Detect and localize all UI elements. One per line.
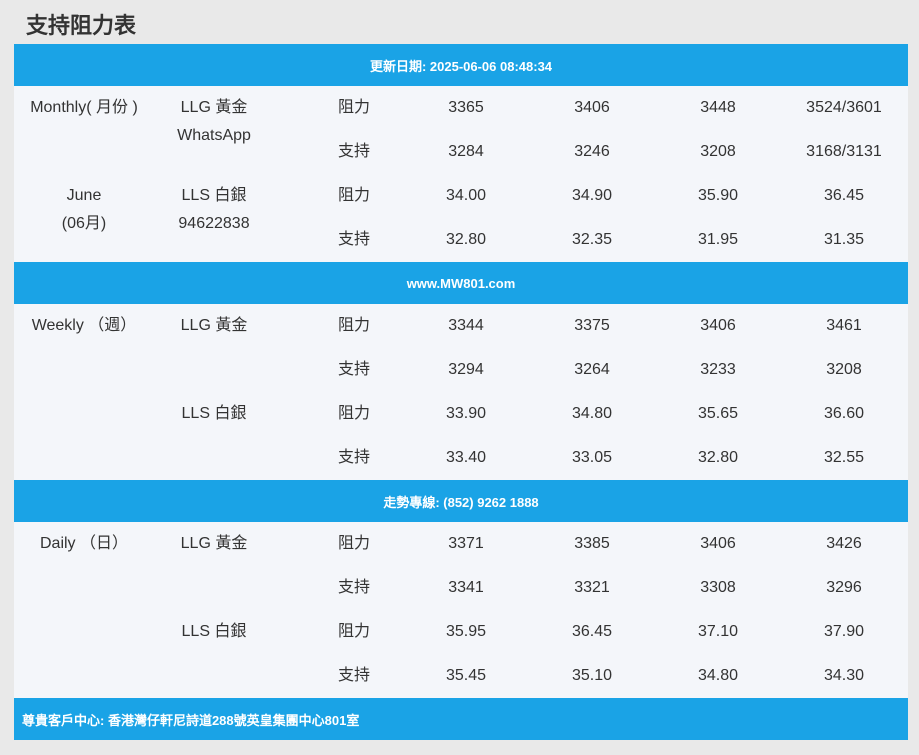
monthly-section: Monthly( 月份 ) LLG 黃金 WhatsApp June (06月)…: [14, 86, 908, 262]
level-cell: 3344: [448, 317, 484, 334]
level-cell: 32.80: [445, 231, 487, 248]
level-cell: 3448: [700, 99, 736, 116]
table-row: 支持 3284 3246 3208 3168/3131: [14, 130, 908, 174]
type-label: 支持: [338, 361, 371, 378]
level-cell: 36.45: [571, 623, 613, 640]
table-row: 阻力 3344 3375 3406 3461: [14, 304, 908, 348]
table-row: 阻力 33.90 34.80 35.65 36.60: [14, 392, 908, 436]
level-cell: 3406: [700, 317, 736, 334]
table-row: 支持 35.45 35.10 34.80 34.30: [14, 654, 908, 698]
support-resistance-table: 更新日期: 2025-06-06 08:48:34 Monthly( 月份 ) …: [14, 44, 908, 740]
level-cell: 3406: [700, 535, 736, 552]
level-cell: 34.80: [571, 405, 613, 422]
level-cell: 3264: [574, 361, 610, 378]
level-cell: 3168/3131: [806, 143, 882, 160]
level-cell: 37.10: [697, 623, 739, 640]
table-row: 阻力 35.95 36.45 37.10 37.90: [14, 610, 908, 654]
level-cell: 34.00: [445, 187, 487, 204]
page-title: 支持阻力表: [26, 14, 137, 39]
level-cell: 31.35: [823, 231, 865, 248]
level-cell: 3341: [448, 579, 484, 596]
type-label: 阻力: [338, 187, 371, 204]
type-label: 支持: [338, 231, 371, 248]
level-cell: 32.35: [571, 231, 613, 248]
daily-section: Daily （日） LLG 黃金 LLS 白銀 阻力 3371 3385 340…: [14, 522, 908, 698]
level-cell: 3284: [448, 143, 484, 160]
level-cell: 34.30: [823, 667, 865, 684]
type-label: 阻力: [338, 535, 371, 552]
level-cell: 3321: [574, 579, 610, 596]
table-row: 阻力 3371 3385 3406 3426: [14, 522, 908, 566]
level-cell: 37.90: [823, 623, 865, 640]
level-cell: 3406: [574, 99, 610, 116]
website-bar: www.MW801.com: [14, 262, 908, 304]
table-row: 支持 3294 3264 3233 3208: [14, 348, 908, 392]
level-cell: 35.10: [571, 667, 613, 684]
level-cell: 3365: [448, 99, 484, 116]
level-cell: 3426: [826, 535, 862, 552]
type-label: 支持: [338, 449, 371, 466]
level-cell: 3371: [448, 535, 484, 552]
level-cell: 35.65: [697, 405, 739, 422]
level-cell: 35.45: [445, 667, 487, 684]
table-row: 支持 3341 3321 3308 3296: [14, 566, 908, 610]
type-label: 阻力: [338, 405, 371, 422]
level-cell: 3246: [574, 143, 610, 160]
level-cell: 3375: [574, 317, 610, 334]
level-cell: 33.90: [445, 405, 487, 422]
table-row: 阻力 34.00 34.90 35.90 36.45: [14, 174, 908, 218]
level-cell: 36.45: [823, 187, 865, 204]
level-cell: 35.95: [445, 623, 487, 640]
type-label: 阻力: [338, 317, 371, 334]
level-cell: 32.55: [823, 449, 865, 466]
type-label: 阻力: [338, 99, 371, 116]
level-cell: 3461: [826, 317, 862, 334]
hotline-bar: 走勢專線: (852) 9262 1888: [14, 480, 908, 522]
level-cell: 3294: [448, 361, 484, 378]
table-row: 阻力 3365 3406 3448 3524/3601: [14, 86, 908, 130]
level-cell: 36.60: [823, 405, 865, 422]
level-cell: 35.90: [697, 187, 739, 204]
level-cell: 33.40: [445, 449, 487, 466]
type-label: 阻力: [338, 623, 371, 640]
level-cell: 33.05: [571, 449, 613, 466]
level-cell: 32.80: [697, 449, 739, 466]
type-label: 支持: [338, 143, 371, 160]
level-cell: 3208: [700, 143, 736, 160]
level-cell: 34.90: [571, 187, 613, 204]
level-cell: 31.95: [697, 231, 739, 248]
type-label: 支持: [338, 579, 371, 596]
table-row: 支持 32.80 32.35 31.95 31.35: [14, 218, 908, 262]
level-cell: 3524/3601: [806, 99, 882, 116]
level-cell: 3308: [700, 579, 736, 596]
level-cell: 3385: [574, 535, 610, 552]
level-cell: 34.80: [697, 667, 739, 684]
table-row: 支持 33.40 33.05 32.80 32.55: [14, 436, 908, 480]
type-label: 支持: [338, 667, 371, 684]
weekly-section: Weekly （週） LLG 黃金 LLS 白銀 阻力 3344 3375 34…: [14, 304, 908, 480]
level-cell: 3233: [700, 361, 736, 378]
update-date-bar: 更新日期: 2025-06-06 08:48:34: [14, 44, 908, 86]
level-cell: 3296: [826, 579, 862, 596]
level-cell: 3208: [826, 361, 862, 378]
address-bar: 尊貴客戶中心: 香港灣仔軒尼詩道288號英皇集團中心801室: [14, 698, 908, 740]
